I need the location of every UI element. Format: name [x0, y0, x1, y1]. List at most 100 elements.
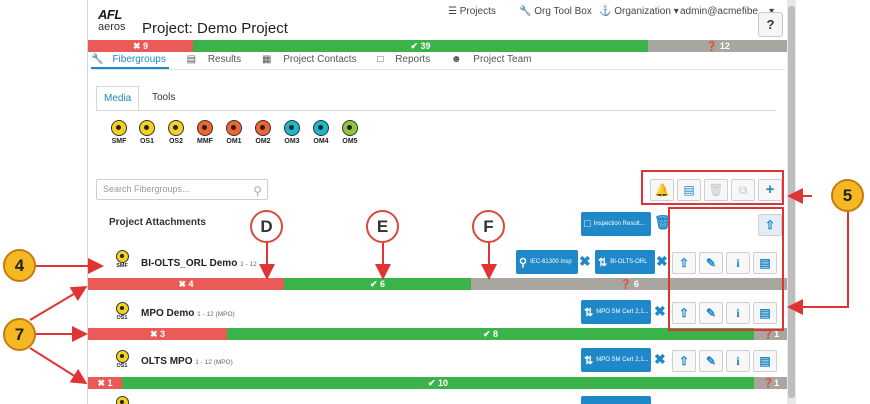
nav-projects[interactable]: ☰ Projects — [448, 6, 496, 17]
tool-olts-label: BI-OLTS-ORL — [610, 259, 648, 265]
media-option-label: OS2 — [168, 138, 183, 145]
tab-results-label: Results — [207, 54, 242, 65]
fiber-connector-icon — [342, 120, 358, 136]
fibergroup-name[interactable]: BI-OLTS_ORL Demo 1 - 12 — [141, 258, 257, 269]
tab-project-contacts[interactable]: ▦ Project Contacts — [262, 54, 366, 65]
pending-segment: ❓ 12 — [648, 40, 788, 52]
media-option-label: OM1 — [226, 138, 242, 145]
tab-fibergroups-label: Fibergroups — [112, 54, 166, 65]
fail-count: 3 — [160, 329, 166, 339]
bar-chart-icon: ▤ — [186, 54, 197, 65]
callout-5: 5 — [831, 179, 864, 212]
nav-projects-label: Projects — [459, 6, 496, 17]
fail-segment: ✖ 9 — [88, 40, 193, 52]
media-option-label: OM3 — [284, 138, 300, 145]
media-option-om2[interactable]: OM2 — [251, 120, 275, 145]
nav-org-tool-box[interactable]: 🔧 Org Tool Box — [519, 6, 592, 17]
pencil-icon[interactable]: ✎ — [699, 350, 723, 372]
row-status-bar: ✖ 1 ✔ 10 ❓ 1 — [88, 377, 788, 389]
subtab-tools[interactable]: Tools — [145, 86, 182, 111]
row-media-label: OS1 — [116, 315, 128, 321]
help-button[interactable]: ? — [758, 12, 783, 37]
remove-tool-button[interactable]: ✖ — [579, 253, 591, 270]
fiber-connector-icon — [168, 120, 184, 136]
media-option-om3[interactable]: OM3 — [280, 120, 304, 145]
fiber-connector-icon — [115, 396, 129, 404]
media-option-label: OM4 — [313, 138, 329, 145]
fail-count: 9 — [143, 41, 149, 51]
inspection-result-label: Inspection Result... — [593, 221, 645, 227]
media-option-label: OM2 — [255, 138, 271, 145]
nav-organization[interactable]: ⚓ Organization ▾ — [599, 6, 679, 17]
olts-icon: ⇅ — [584, 354, 594, 367]
fibergroup-range: 1 - 12 (MPO) — [195, 359, 233, 366]
tab-results[interactable]: ▤ Results — [187, 54, 251, 65]
aeros-logo: aeros — [98, 21, 126, 33]
info-icon[interactable]: i — [726, 350, 750, 372]
tab-fibergroups[interactable]: 🔧 Fibergroups — [91, 54, 175, 65]
remove-tool-button[interactable]: ✖ — [654, 351, 666, 368]
callout-f: F — [472, 210, 505, 243]
afl-logo: AFL — [98, 7, 122, 22]
fibergroup-range: 1 - 12 — [240, 261, 257, 268]
pending-count: 6 — [633, 279, 639, 289]
media-option-os1[interactable]: OS1 — [135, 120, 159, 145]
tool-inspection-label: IEC-61300 Insp — [530, 259, 572, 265]
scrollbar[interactable] — [787, 0, 796, 404]
tab-project-contacts-label: Project Contacts — [283, 54, 357, 65]
file-icon: □ — [584, 218, 591, 230]
tool-mpo-button[interactable]: ⇅ MPO SM Cert 2,1... — [581, 348, 651, 372]
fibergroup-range: 1 - 12 (MPO) — [197, 311, 235, 318]
inspection-result-button[interactable]: □ Inspection Result... — [581, 212, 651, 236]
fiber-connector-icon — [284, 120, 300, 136]
fiber-connector-icon — [111, 120, 127, 136]
tool-inspection-button[interactable]: ⚲ IEC-61300 Insp — [516, 250, 578, 274]
fail-count: 4 — [188, 279, 194, 289]
pass-segment: ✔ 6 — [284, 278, 471, 290]
media-option-om1[interactable]: OM1 — [222, 120, 246, 145]
media-icon-os1: OS1 — [110, 350, 134, 369]
nav-org-tool-box-label: Org Tool Box — [534, 6, 592, 17]
pending-count: 12 — [719, 41, 730, 51]
fail-segment: ✖ 1 — [88, 377, 122, 389]
address-book-icon: ▦ — [261, 54, 272, 65]
media-option-om5[interactable]: OM5 — [338, 120, 362, 145]
fiber-connector-icon — [313, 120, 329, 136]
fibergroup-name[interactable]: OLTS MPO 1 - 12 (MPO) — [141, 356, 233, 367]
media-option-label: OM5 — [342, 138, 358, 145]
media-option-mmf[interactable]: MMF — [193, 120, 217, 145]
caret-down-icon: ▾ — [673, 6, 679, 17]
search-input[interactable]: Search Fibergroups... ⚲ — [96, 179, 268, 200]
remove-tool-button[interactable]: ✖ — [654, 303, 666, 320]
upload-icon[interactable]: ⇧ — [672, 350, 696, 372]
tab-reports[interactable]: □ Reports — [377, 54, 439, 65]
fiber-connector-icon — [255, 120, 271, 136]
results-chart-icon[interactable]: ▤ — [753, 350, 777, 372]
subtab-media[interactable]: Media — [96, 86, 140, 111]
fiber-connector-icon — [115, 350, 129, 363]
page-title: Project: Demo Project — [142, 20, 288, 37]
callout-4: 4 — [3, 249, 36, 282]
tool-mpo-button[interactable]: ⇅ MPO SM Cert 2,1... — [581, 300, 651, 324]
nav-organization-label: Organization — [614, 6, 671, 17]
project-attachments-title: Project Attachments — [109, 217, 206, 228]
olts-icon: ⇅ — [598, 256, 608, 269]
list-icon: ☰ — [448, 6, 457, 17]
screenshot-stage: AFL aeros Project: Demo Project ☰ Projec… — [0, 0, 870, 404]
fiber-connector-icon — [197, 120, 213, 136]
fibergroup-name[interactable]: MPO Demo 1 - 12 (MPO) — [141, 308, 235, 319]
tab-project-team[interactable]: ☻ Project Team — [451, 54, 541, 65]
row-media-label: SMF — [116, 263, 128, 269]
callout-d: D — [250, 210, 283, 243]
fiber-connector-icon — [226, 120, 242, 136]
media-option-om4[interactable]: OM4 — [309, 120, 333, 145]
media-option-smf[interactable]: SMF — [107, 120, 131, 145]
tab-divider — [91, 69, 785, 70]
fail-segment: ✖ 3 — [88, 328, 227, 340]
tool-partial-button[interactable] — [581, 396, 651, 404]
fiber-connector-icon — [139, 120, 155, 136]
scrollbar-thumb[interactable] — [788, 6, 795, 398]
tool-olts-button[interactable]: ⇅ BI-OLTS-ORL — [595, 250, 655, 274]
media-option-os2[interactable]: OS2 — [164, 120, 188, 145]
remove-tool-button[interactable]: ✖ — [656, 253, 668, 270]
